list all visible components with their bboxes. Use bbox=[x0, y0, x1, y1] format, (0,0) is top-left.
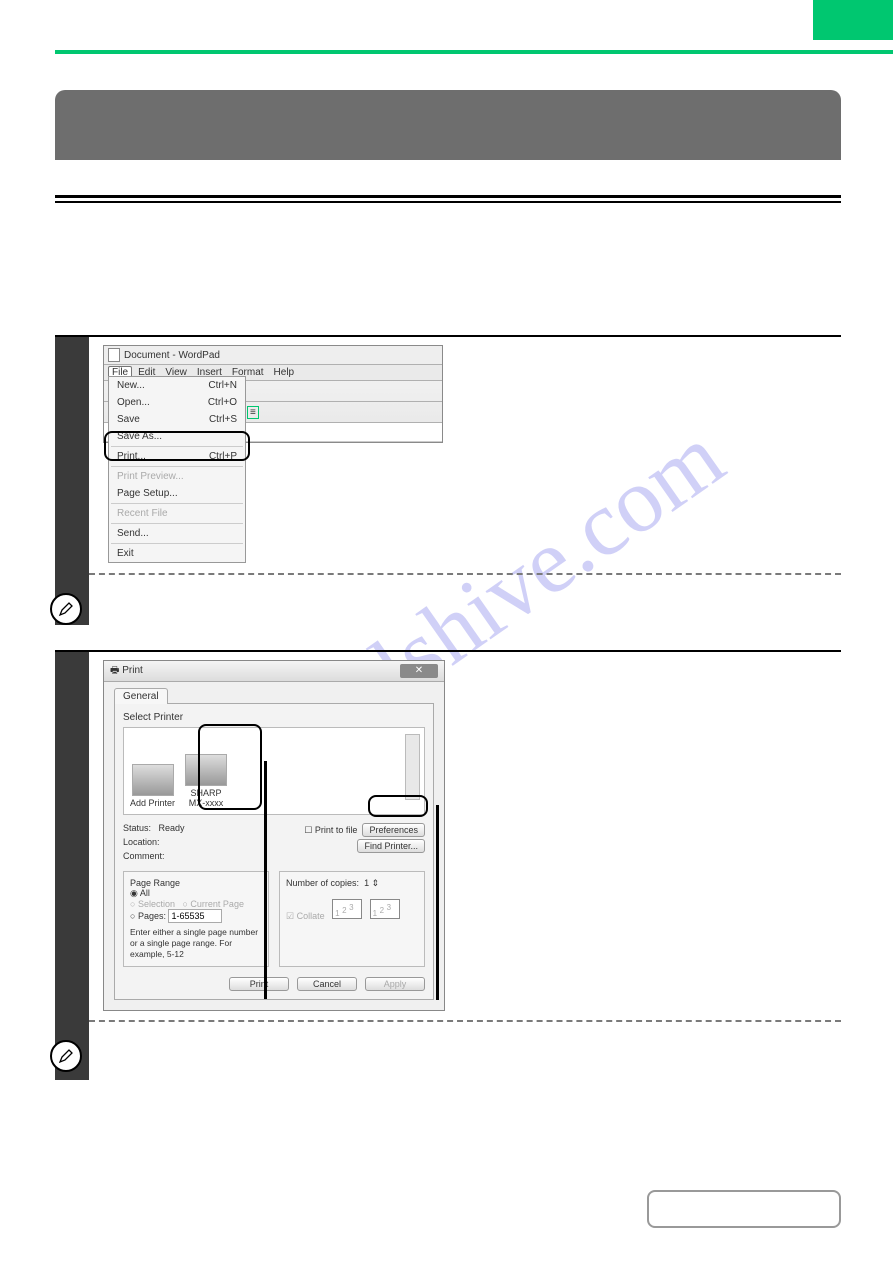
opt-pages[interactable]: ○ Pages: bbox=[130, 909, 262, 923]
print-dialog: 🖶 Print ✕ General Select Printer Add Pri… bbox=[103, 660, 445, 1011]
menu-item-pagesetup[interactable]: Page Setup... bbox=[109, 485, 245, 502]
pages-hint: Enter either a single page number or a s… bbox=[130, 927, 262, 960]
step-2: 🖶 Print ✕ General Select Printer Add Pri… bbox=[55, 650, 841, 1080]
opt-all[interactable]: ◉ All bbox=[130, 888, 262, 899]
print-button[interactable]: Print bbox=[229, 977, 289, 991]
file-menu-dropdown: New...Ctrl+N Open...Ctrl+O SaveCtrl+S Sa… bbox=[108, 376, 246, 563]
opt-selection[interactable]: ○ Selection bbox=[130, 899, 175, 909]
general-tab[interactable]: General bbox=[114, 688, 168, 704]
print-dialog-titlebar: 🖶 Print ✕ bbox=[104, 661, 444, 682]
wordpad-window: Document - WordPad File Edit View Insert… bbox=[103, 345, 443, 443]
opt-sel-row: ○ Selection ○ Current Page bbox=[130, 899, 262, 909]
copies-value[interactable]: 1 bbox=[364, 878, 369, 888]
label-select-printer: Select Printer bbox=[123, 712, 425, 723]
wordpad-title: Document - WordPad bbox=[124, 350, 220, 361]
print-to-file-checkbox[interactable]: ☐ Print to file Preferences bbox=[304, 821, 425, 837]
copies-spinner[interactable]: ⇕ bbox=[372, 878, 380, 888]
printer-highlight bbox=[198, 724, 262, 810]
menu-item-exit[interactable]: Exit bbox=[109, 545, 245, 562]
preferences-highlight bbox=[368, 795, 428, 817]
menu-item-preview[interactable]: Print Preview... bbox=[109, 468, 245, 485]
menu-item-recent[interactable]: Recent File bbox=[109, 505, 245, 522]
section-banner bbox=[55, 90, 841, 160]
double-rule bbox=[55, 195, 841, 203]
wordpad-titlebar: Document - WordPad bbox=[104, 346, 442, 365]
printer-add[interactable]: Add Printer bbox=[130, 764, 175, 808]
add-printer-icon bbox=[132, 764, 174, 796]
close-button[interactable]: ✕ bbox=[400, 664, 438, 678]
cancel-button[interactable]: Cancel bbox=[297, 977, 357, 991]
opt-current[interactable]: ○ Current Page bbox=[182, 899, 243, 909]
pages-input[interactable] bbox=[168, 909, 222, 923]
preferences-button[interactable]: Preferences bbox=[362, 823, 425, 837]
corner-accent bbox=[813, 0, 893, 40]
step-2-bar bbox=[55, 652, 89, 1080]
copies-section: Number of copies: 1 ⇕ ☑ Collate 123 123 bbox=[279, 871, 425, 967]
menu-item-new[interactable]: New...Ctrl+N bbox=[109, 377, 245, 394]
print-highlight bbox=[104, 431, 250, 461]
menu-help[interactable]: Help bbox=[270, 366, 299, 379]
page-container: manualshive.com Document - WordPad File … bbox=[0, 0, 893, 1263]
pencil-note-icon bbox=[50, 1040, 82, 1072]
collate-icon: 123 bbox=[332, 899, 362, 919]
pencil-note-icon bbox=[50, 593, 82, 625]
menu-item-open[interactable]: Open...Ctrl+O bbox=[109, 394, 245, 411]
menu-item-save[interactable]: SaveCtrl+S bbox=[109, 411, 245, 428]
collate-checkbox[interactable]: ☑ Collate 123 123 bbox=[286, 899, 418, 922]
step-1: Document - WordPad File Edit View Insert… bbox=[55, 335, 841, 625]
leader-line-preferences bbox=[436, 805, 439, 1000]
header-rule bbox=[55, 50, 893, 54]
print-title: Print bbox=[122, 665, 143, 676]
printer-scrollbar[interactable] bbox=[405, 734, 420, 800]
find-printer-button[interactable]: Find Printer... bbox=[357, 839, 425, 853]
collate-icon: 123 bbox=[370, 899, 400, 919]
document-icon bbox=[108, 348, 120, 362]
menu-item-send[interactable]: Send... bbox=[109, 525, 245, 542]
contents-button[interactable] bbox=[647, 1190, 841, 1228]
status-labels: Status: Ready Location: Comment: bbox=[123, 821, 185, 863]
leader-line-printer bbox=[264, 761, 267, 999]
apply-button[interactable]: Apply bbox=[365, 977, 425, 991]
align-button[interactable]: ≡ bbox=[247, 406, 259, 419]
step-1-bar bbox=[55, 337, 89, 625]
page-range-section: Page Range ◉ All ○ Selection ○ Current P… bbox=[123, 871, 269, 967]
